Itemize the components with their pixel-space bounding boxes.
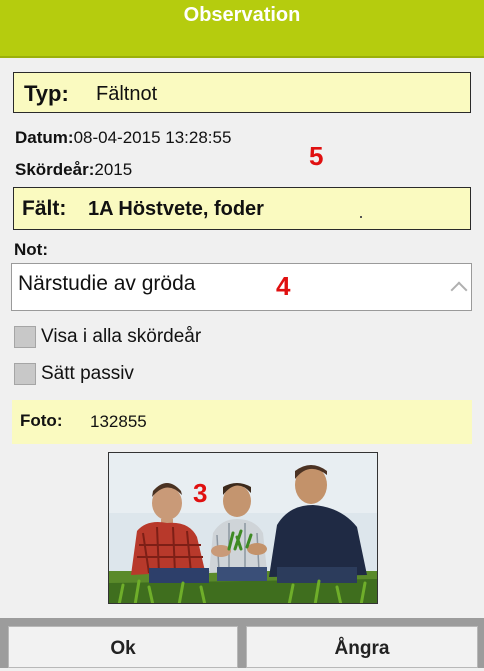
note-text: Närstudie av gröda [18, 272, 196, 295]
note-textarea[interactable]: Närstudie av gröda [11, 263, 472, 311]
page-title: Observation [183, 4, 301, 26]
header-bar: Observation [0, 0, 484, 58]
photo-label: Foto: [20, 411, 63, 430]
annotation-4: 4 [276, 271, 291, 301]
photo-thumbnail[interactable] [108, 452, 378, 604]
field-dot [360, 216, 362, 218]
cancel-button[interactable]: Ångra [246, 626, 478, 668]
chevron-up-icon[interactable] [450, 281, 468, 299]
harvest-year-label: Skördeår: [15, 160, 95, 179]
photo-field: Foto: 132855 [12, 400, 472, 444]
show-all-years-checkbox[interactable] [14, 326, 36, 348]
set-passive-checkbox[interactable] [14, 363, 36, 385]
set-passive-label[interactable]: Sätt passiv [41, 363, 134, 385]
show-all-years-label[interactable]: Visa i alla skördeår [41, 326, 201, 348]
harvest-year-value: 2015 [94, 160, 133, 179]
annotation-5: 5 [309, 141, 324, 171]
ok-button[interactable]: Ok [8, 626, 238, 668]
annotation-3: 3 [193, 478, 208, 508]
note-label: Not: [14, 240, 48, 259]
field-value: 1A Höstvete, foder [88, 198, 264, 220]
field-selector[interactable]: Fält: 1A Höstvete, foder [13, 187, 471, 230]
type-field: Typ: Fältnot [13, 72, 471, 113]
field-label: Fält: [22, 197, 67, 220]
photo-id: 132855 [90, 412, 147, 431]
type-value: Fältnot [96, 83, 158, 105]
type-label: Typ: [24, 81, 69, 106]
photo-image [109, 453, 377, 603]
harvest-year-row: Skördeår:2015 [15, 160, 132, 180]
date-label: Datum: [15, 128, 74, 147]
date-row: Datum:08-04-2015 13:28:55 [15, 128, 231, 148]
date-value: 08-04-2015 13:28:55 [73, 128, 232, 147]
